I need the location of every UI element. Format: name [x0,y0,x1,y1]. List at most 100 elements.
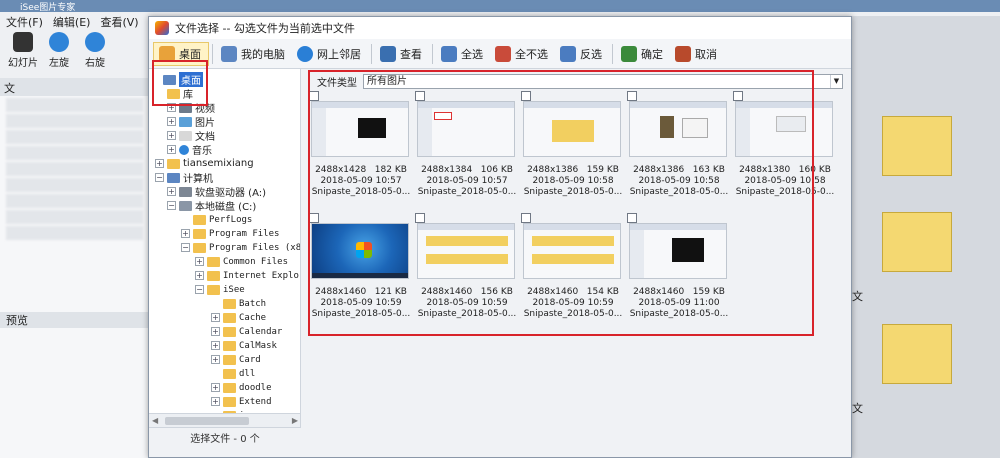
select-all-icon [441,45,457,62]
tree-label: doodle [239,382,272,393]
tree-label: PerfLogs [209,214,253,225]
computer-icon [167,172,180,183]
tree-item-music[interactable]: + 音乐 [167,143,212,157]
collapse-icon[interactable]: − [181,243,190,252]
tree-item-isee[interactable]: − iSee [195,283,245,296]
expand-icon[interactable]: + [195,257,204,266]
slideshow-button[interactable]: 幻灯片 [8,32,38,76]
expand-icon[interactable]: + [155,159,164,168]
rotate-right-button[interactable]: 右旋 [80,32,110,76]
scrollbar-thumb[interactable] [165,417,249,425]
chevron-down-icon[interactable]: ▼ [830,74,842,88]
folder-icon [223,340,236,351]
cancel-icon [675,45,691,62]
user-folder-icon [167,158,180,169]
menu-file[interactable]: 文件(F) [6,14,43,30]
my-computer-button[interactable]: 我的电脑 [216,42,292,66]
tree-item-cache[interactable]: + Cache [211,311,266,324]
select-all-button[interactable]: 全选 [436,42,490,66]
menu-edit[interactable]: 编辑(E) [53,14,91,30]
tree-item-calendar[interactable]: + Calendar [211,325,282,338]
folder-icon [193,228,206,239]
rotate-right-icon [85,32,105,52]
right-thumbnail-strip: 文 文 [852,16,1000,458]
blurred-row [6,130,143,144]
tree-item-program-files[interactable]: + Program Files [181,227,279,240]
invert-label: 反选 [580,47,602,61]
tree-label: dll [239,368,256,379]
blurred-row [6,226,143,240]
blurred-row [6,194,143,208]
tree-item-computer[interactable]: − 计算机 [155,171,213,185]
selection-status: 选择文件 - 0 个 [149,427,301,457]
expand-icon[interactable]: + [211,397,220,406]
tree-label: 本地磁盘 (C:) [195,202,257,213]
tree-label: 音乐 [192,146,212,157]
tree-item-calmask[interactable]: + CalMask [211,339,277,352]
tree-item-card[interactable]: + Card [211,353,261,366]
tree-item-internet-explorer[interactable]: + Internet Explor [195,269,300,282]
tree-item-common-files[interactable]: + Common Files [195,255,288,268]
expand-icon[interactable]: + [211,327,220,336]
ok-button[interactable]: 确定 [616,42,670,66]
expand-icon[interactable]: + [211,383,220,392]
tree-item-floppy[interactable]: + 软盘驱动器 (A:) [167,185,266,199]
cancel-button[interactable]: 取消 [670,42,724,66]
expand-icon[interactable]: + [211,313,220,322]
computer-icon [221,45,237,62]
expand-icon[interactable]: + [167,131,176,140]
rotate-left-button[interactable]: 左旋 [44,32,74,76]
expand-icon[interactable]: + [211,341,220,350]
tree-item-doodle[interactable]: + doodle [211,381,272,394]
scroll-right-icon[interactable]: ▶ [292,416,298,425]
tree-item-extend[interactable]: + Extend [211,395,272,408]
music-folder-icon [179,144,189,155]
tree-item-dll[interactable]: dll [223,367,255,380]
expand-icon[interactable]: + [167,117,176,126]
network-button[interactable]: 网上邻居 [292,42,368,66]
folder-icon [207,256,220,267]
expand-icon[interactable]: + [181,229,190,238]
folder-icon [223,312,236,323]
tree-label: Common Files [223,256,289,267]
select-none-button[interactable]: 全不选 [490,42,555,66]
expand-icon[interactable]: + [195,271,204,280]
expand-icon[interactable]: + [167,145,176,154]
expand-icon[interactable]: + [211,355,220,364]
view-button[interactable]: 查看 [375,42,429,66]
my-computer-label: 我的电脑 [241,47,285,61]
rotate-left-icon [49,32,69,52]
annotation-box-desktop [152,60,208,106]
tree-label: Calendar [239,326,283,337]
app-title: iSee图片专家 [0,0,1000,13]
tree-label: tiansemixiang [183,158,254,169]
folder-icon [223,354,236,365]
invert-selection-button[interactable]: 反选 [555,42,609,66]
tree-item-perflogs[interactable]: PerfLogs [193,213,252,226]
collapse-icon[interactable]: − [167,201,176,210]
toolbar-divider [612,43,613,64]
blurred-row [6,162,143,176]
select-none-icon [495,45,511,62]
blurred-row [6,114,143,128]
collapse-icon[interactable]: − [155,173,164,182]
expand-icon[interactable]: + [167,187,176,196]
pictures-folder-icon [179,116,192,127]
collapse-icon[interactable]: − [195,285,204,294]
tree-item-pictures[interactable]: + 图片 [167,115,215,129]
tree-label: Cache [239,312,267,323]
globe-icon [297,45,313,62]
dialog-titlebar: 文件选择 -- 勾选文件为当前选中文件 [149,17,851,39]
tree-item-local-disk[interactable]: − 本地磁盘 (C:) [167,199,257,213]
tree-item-batch[interactable]: Batch [223,297,266,310]
tree-item-program-files-x86[interactable]: − Program Files (x86 [181,241,300,254]
tree-label: 图片 [195,118,215,129]
menu-view[interactable]: 查看(V) [100,14,138,30]
dialog-toolbar: 桌面 我的电脑 网上邻居 查看 全选 全不选 反选 确定 取消 [149,39,851,69]
tree-item-user[interactable]: + tiansemixiang [155,157,254,170]
tree-item-documents[interactable]: + 文档 [167,129,215,143]
scroll-left-icon[interactable]: ◀ [152,416,158,425]
folder-icon [223,396,236,407]
tree-horizontal-scrollbar[interactable]: ◀ ▶ [149,413,300,427]
folder-thumbnail [882,116,952,176]
